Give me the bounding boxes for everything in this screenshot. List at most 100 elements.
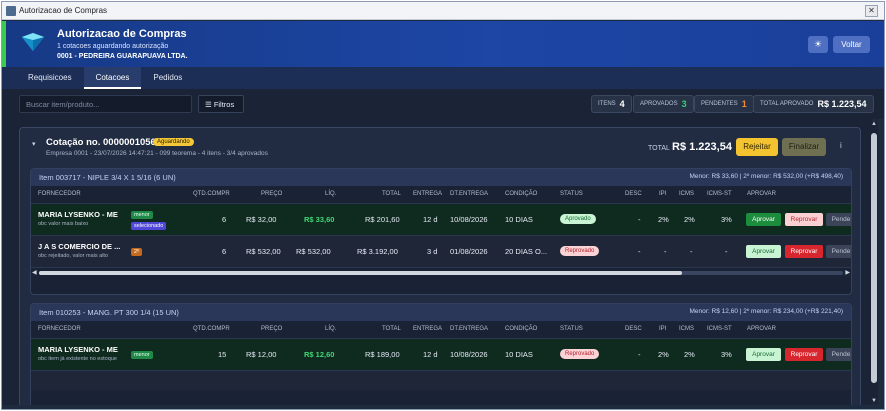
stat-label: Itens xyxy=(598,101,616,107)
net-price-value: R$ 532,00 xyxy=(296,247,331,256)
ipi-value: 2% xyxy=(658,215,669,224)
reject-button[interactable]: Reprovar xyxy=(785,348,823,361)
approve-button[interactable]: Aprovar xyxy=(746,245,781,258)
scroll-thumb[interactable] xyxy=(39,271,683,275)
table-row: MARIA LYSENKO - ME obc valor mais baixo … xyxy=(31,203,851,235)
col-icms-st: ICMS-ST xyxy=(707,191,732,197)
status-pill: Aprovado xyxy=(560,214,596,224)
col-desc: Desc xyxy=(625,326,642,332)
col-dt-entrega: Dt.entrega xyxy=(450,191,489,197)
close-window-button[interactable]: ✕ xyxy=(865,5,878,17)
item-name: Item 003717 - NIPLE 3/4 X 1 5/16 (6 UN) xyxy=(39,173,176,182)
price-value: R$ 32,00 xyxy=(246,215,277,224)
table-row: MARIA LYSENKO - ME obc item já existente… xyxy=(31,338,851,370)
reject-button[interactable]: Reprovar xyxy=(785,245,823,258)
lowest-price-tag: menor xyxy=(131,351,153,359)
col-preco: Preço xyxy=(261,191,283,197)
icms-value: 2% xyxy=(684,350,695,359)
theme-toggle-button[interactable]: ☀ xyxy=(808,36,828,53)
price-value: R$ 532,00 xyxy=(246,247,281,256)
icms-st-value: 3% xyxy=(721,215,732,224)
col-status: Status xyxy=(560,191,583,197)
horizontal-scrollbar[interactable]: ◀ ▶ xyxy=(31,267,851,277)
stat-value: 1 xyxy=(741,99,747,109)
pending-button[interactable]: Pende xyxy=(826,213,851,226)
scroll-thumb[interactable] xyxy=(871,133,877,383)
supplier-note: obc item já existente no estoque xyxy=(38,356,117,362)
scroll-track[interactable] xyxy=(39,271,843,275)
item-name: Item 010253 - MANG. PT 300 1/4 (15 UN) xyxy=(39,308,179,317)
quote-subtitle: Empresa 0001 - 23/07/2026 14:47:21 - 099… xyxy=(46,150,268,157)
finish-quote-button[interactable]: Finalizar xyxy=(782,138,826,156)
tab-cotacoes[interactable]: Cotacoes xyxy=(83,67,142,89)
total-value: R$ 3.192,00 xyxy=(357,247,398,256)
col-ipi: IPI xyxy=(659,191,667,197)
supplier-name: J A S COMERCIO DE ... xyxy=(38,242,121,251)
tab-pedidos[interactable]: Pedidos xyxy=(141,67,194,89)
header-title: Autorizacao de Compras xyxy=(57,28,187,40)
content-area: ▾ Cotação no. 0000001056 Aguardando Empr… xyxy=(2,119,871,405)
reject-button[interactable]: Reprovar xyxy=(785,213,823,226)
stat-value: R$ 1.223,54 xyxy=(817,99,867,109)
app-icon xyxy=(6,5,16,16)
supplier-name: MARIA LYSENKO - ME xyxy=(38,345,118,354)
col-status: Status xyxy=(560,326,583,332)
scroll-up-icon[interactable]: ▲ xyxy=(870,121,878,127)
table-row xyxy=(31,370,851,390)
table-header: Fornecedor Qtd.compr Preço Líq. Total En… xyxy=(31,186,851,203)
col-dt-entrega: Dt.entrega xyxy=(450,326,489,332)
reject-quote-button[interactable]: Rejeitar xyxy=(736,138,778,156)
ipi-value: - xyxy=(664,247,667,256)
scroll-left-icon[interactable]: ◀ xyxy=(32,269,37,276)
delivery-date: 10/08/2026 xyxy=(450,215,488,224)
table-header: Fornecedor Qtd.compr Preço Líq. Total En… xyxy=(31,321,851,338)
logo-icon xyxy=(22,33,44,51)
status-pill: Reprovado xyxy=(560,349,600,359)
quote-title: Cotação no. 0000001056 xyxy=(46,137,156,148)
scroll-down-icon[interactable]: ▼ xyxy=(870,398,878,404)
filter-button[interactable]: ☰ Filtros xyxy=(198,95,244,113)
col-ipi: IPI xyxy=(659,326,667,332)
payment-condition: 10 DIAS xyxy=(505,350,533,359)
pending-button[interactable]: Pende xyxy=(826,348,851,361)
info-icon[interactable]: i xyxy=(840,141,842,150)
delivery-days: 12 d xyxy=(423,350,438,359)
search-input[interactable]: Buscar item/produto... xyxy=(19,95,192,113)
qtd-value: 6 xyxy=(222,247,227,256)
app-header: Autorizacao de Compras 1 cotacoes aguard… xyxy=(2,21,884,67)
icms-value: - xyxy=(690,247,693,256)
payment-condition: 10 DIAS xyxy=(505,215,533,224)
col-icms-st: ICMS-ST xyxy=(707,326,732,332)
stat-pendentes: Pendentes 1 xyxy=(694,95,754,113)
icms-st-value: - xyxy=(725,247,728,256)
price-value: R$ 12,00 xyxy=(246,350,277,359)
payment-condition: 20 DIAS O... xyxy=(505,247,548,256)
total-value: R$ 189,00 xyxy=(365,350,400,359)
tab-requisicoes[interactable]: Requisicoes xyxy=(16,67,84,89)
back-button[interactable]: Voltar xyxy=(833,36,870,53)
lowest-price-tag: menor xyxy=(131,211,153,219)
company-name: 0001 - PEDREIRA GUARAPUAVA LTDA. xyxy=(57,53,188,60)
quote-card: ▾ Cotação no. 0000001056 Aguardando Empr… xyxy=(19,127,861,405)
approve-button[interactable]: Aprovar xyxy=(746,348,781,361)
col-qtd: Qtd.compr xyxy=(193,326,230,332)
item-price-summary: Menor: R$ 33,60 | 2º menor: R$ 532,00 (+… xyxy=(689,173,843,180)
pending-button[interactable]: Pende xyxy=(826,245,851,258)
qtd-value: 15 xyxy=(218,350,227,359)
stat-aprovados: Aprovados 3 xyxy=(633,95,694,113)
item-header: Item 003717 - NIPLE 3/4 X 1 5/16 (6 UN) … xyxy=(31,169,851,186)
table-row: J A S COMERCIO DE ... obc rejeitado, val… xyxy=(31,235,851,267)
chevron-down-icon[interactable]: ▾ xyxy=(32,140,36,148)
qtd-value: 6 xyxy=(222,215,227,224)
supplier-name: MARIA LYSENKO - ME xyxy=(38,210,118,219)
scroll-right-icon[interactable]: ▶ xyxy=(845,269,850,276)
net-price-value: R$ 12,60 xyxy=(304,350,335,359)
approve-button[interactable]: Aprovar xyxy=(746,213,781,226)
total-value: R$ 201,60 xyxy=(365,215,400,224)
col-fornecedor: Fornecedor xyxy=(38,326,81,332)
col-entrega: Entrega xyxy=(413,191,443,197)
discount-value: - xyxy=(638,247,641,256)
delivery-days: 12 d xyxy=(423,215,438,224)
stat-label: Pendentes xyxy=(701,101,738,107)
vertical-scrollbar[interactable]: ▲ ▼ xyxy=(870,121,878,404)
